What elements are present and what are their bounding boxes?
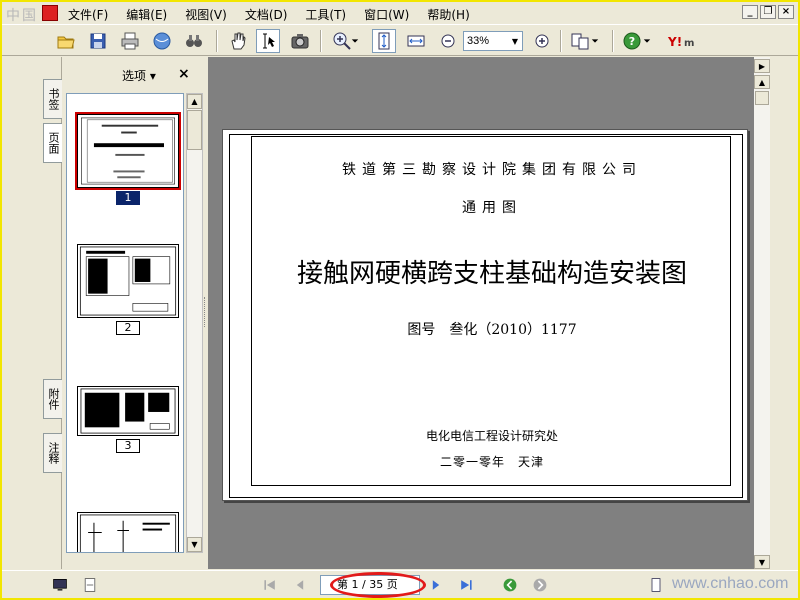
menu-window[interactable]: 窗口(W) [362, 5, 411, 24]
thumbnail-list: 1 2 3 [66, 93, 184, 553]
single-page-view-icon[interactable] [646, 575, 666, 595]
options-arrow-icon[interactable]: ▶ [754, 59, 770, 73]
thumbnail-image [77, 244, 179, 318]
fit-width-icon[interactable] [404, 29, 428, 53]
document-scrollbar[interactable]: ▶ ▲ ▼ [754, 57, 770, 569]
issue-date: 二零一零年 天津 [439, 455, 544, 469]
menu-bar: 中国 文件(F) 编辑(E) 视图(V) 文档(D) 工具(T) 窗口(W) 帮… [2, 2, 798, 24]
close-window-button[interactable]: × [778, 5, 794, 19]
toolbar-separator [216, 30, 218, 52]
open-icon[interactable] [54, 29, 78, 53]
next-page-icon[interactable] [426, 575, 446, 595]
thumbnail-page-4[interactable] [77, 512, 179, 552]
menu-help[interactable]: 帮助(H) [425, 5, 471, 24]
toolbar: ▼ ? Y!m [2, 24, 798, 56]
thumbnail-label: 1 [116, 191, 140, 205]
minimize-button[interactable]: _ [742, 5, 758, 19]
tab-bookmarks[interactable]: 书签 [43, 79, 62, 119]
thumbnail-page-2[interactable]: 2 [77, 244, 179, 335]
actual-size-icon[interactable] [372, 29, 396, 53]
window-controls: _ ❐ × [742, 5, 794, 19]
save-icon[interactable] [86, 29, 110, 53]
go-back-icon[interactable] [500, 575, 520, 595]
print-icon[interactable] [118, 29, 142, 53]
thumbnail-image [77, 512, 179, 552]
chevron-down-icon[interactable] [640, 29, 654, 53]
thumbnail-label: 3 [116, 439, 140, 453]
tab-comments[interactable]: 注释 [43, 433, 62, 473]
zoom-combo[interactable]: ▼ [463, 31, 523, 51]
menu-view[interactable]: 视图(V) [183, 5, 229, 24]
menu-file[interactable]: 文件(F) [66, 5, 110, 24]
toolbar-separator [612, 30, 614, 52]
pages-panel: 选项 ▾ × 1 2 3 ▲ ▼ [62, 57, 206, 569]
scroll-down-icon[interactable]: ▼ [187, 537, 202, 552]
svg-text:m: m [684, 38, 694, 49]
drawing-number: 图号 叁化（2010）1177 [407, 322, 577, 338]
toolbar-separator [320, 30, 322, 52]
thumbnail-page-1[interactable]: 1 [75, 112, 181, 205]
select-text-icon[interactable] [256, 29, 280, 53]
email-icon[interactable] [150, 29, 174, 53]
thumbnail-image [75, 112, 181, 190]
options-menu-button[interactable]: 选项 ▾ [122, 67, 156, 84]
tab-pages[interactable]: 页面 [43, 123, 62, 163]
previous-page-icon[interactable] [290, 575, 310, 595]
close-icon[interactable]: × [178, 66, 190, 82]
chevron-down-icon[interactable]: ▼ [508, 32, 522, 50]
watermark: www.cnhao.com [672, 575, 789, 592]
document-view: 铁道第三勘察设计院集团有限公司 通用图 接触网硬横跨支柱基础构造安装图 图号 叁… [208, 57, 754, 569]
scroll-up-icon[interactable]: ▲ [754, 75, 770, 89]
zoom-input[interactable] [464, 32, 508, 50]
first-page-icon[interactable] [260, 575, 280, 595]
scroll-up-icon[interactable]: ▲ [187, 94, 202, 109]
last-page-icon[interactable] [456, 575, 476, 595]
thumbnail-scrollbar[interactable]: ▲ ▼ [186, 93, 203, 553]
drawing-title: 接触网硬横跨支柱基础构造安装图 [296, 259, 687, 289]
zoom-in-icon[interactable] [530, 29, 554, 53]
app-icon [42, 5, 58, 21]
hand-tool-icon[interactable] [226, 29, 250, 53]
thumbnail-label: 2 [116, 321, 140, 335]
restore-button[interactable]: ❐ [760, 5, 776, 19]
search-binoculars-icon[interactable] [182, 29, 206, 53]
yahoo-logo-icon[interactable]: Y! m [666, 29, 706, 53]
pages-panel-header: 选项 ▾ × [62, 57, 206, 93]
svg-text:Y!: Y! [667, 35, 682, 49]
thumbnail-page-3[interactable]: 3 [77, 386, 179, 453]
monitor-icon[interactable] [50, 575, 70, 595]
document-page: 铁道第三勘察设计院集团有限公司 通用图 接触网硬横跨支柱基础构造安装图 图号 叁… [222, 129, 748, 501]
menu-document[interactable]: 文档(D) [243, 5, 290, 24]
tab-attachments[interactable]: 附件 [43, 379, 62, 419]
menu-tools[interactable]: 工具(T) [303, 5, 348, 24]
menu-edit[interactable]: 编辑(E) [124, 5, 169, 24]
zoom-out-icon[interactable] [436, 29, 460, 53]
scrollbar-thumb[interactable] [755, 91, 769, 105]
scroll-down-icon[interactable]: ▼ [754, 555, 770, 569]
toolbar-separator [560, 30, 562, 52]
navigation-tab-strip: 书签 页面 附件 注释 [40, 57, 62, 569]
go-forward-icon[interactable] [530, 575, 550, 595]
site-logo: 中国 [6, 8, 38, 24]
chevron-down-icon[interactable] [348, 29, 362, 53]
drawing-border-inner: 铁道第三勘察设计院集团有限公司 通用图 接触网硬横跨支柱基础构造安装图 图号 叁… [251, 136, 731, 486]
thumbnail-image [77, 386, 179, 436]
snapshot-icon[interactable] [288, 29, 312, 53]
page-info-icon[interactable] [80, 575, 100, 595]
drawing-category: 通用图 [462, 200, 522, 216]
status-bar: 第 1 / 35 页 www.cnhao.com [2, 570, 798, 598]
page-number-field[interactable]: 第 1 / 35 页 [320, 575, 420, 595]
company-name: 铁道第三勘察设计院集团有限公司 [342, 162, 642, 178]
chevron-down-icon[interactable] [588, 29, 602, 53]
issuing-institute: 电化电信工程设计研究处 [425, 429, 558, 443]
menu-items: 文件(F) 编辑(E) 视图(V) 文档(D) 工具(T) 窗口(W) 帮助(H… [66, 5, 472, 24]
scrollbar-thumb[interactable] [187, 110, 202, 150]
svg-text:?: ? [629, 35, 635, 48]
